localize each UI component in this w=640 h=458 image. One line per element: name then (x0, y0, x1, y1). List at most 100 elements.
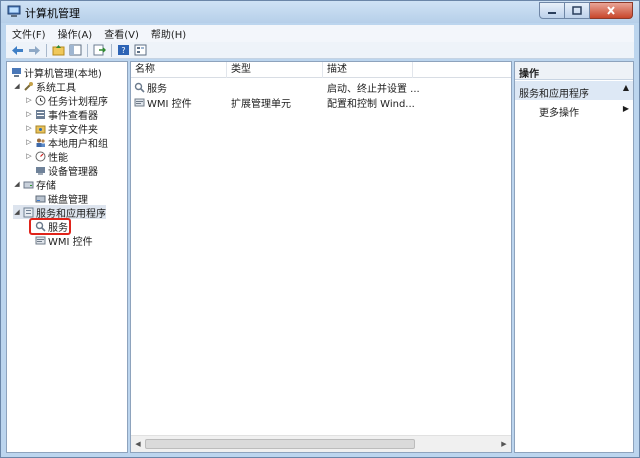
export-list-icon (93, 44, 106, 56)
results-pane: 名称 类型 描述 服务 启动、终止并设置 ... WMI 控件 扩展管理单元 配… (130, 61, 512, 453)
tree-item-root[interactable]: 计算机管理(本地) (9, 65, 102, 80)
list-row-services[interactable]: 服务 启动、终止并设置 ... (131, 80, 511, 95)
row-name-label: WMI 控件 (147, 99, 192, 110)
column-header-description[interactable]: 描述 (323, 62, 413, 78)
back-button[interactable] (10, 43, 25, 57)
menu-file[interactable]: 文件(F) (6, 26, 52, 41)
column-header-name[interactable]: 名称 (131, 62, 227, 78)
disk-icon (35, 195, 46, 202)
toolbar-separator (111, 43, 112, 57)
console-tree-pane: 计算机管理(本地) ◢ 系统工具 ▷ 任务计划程序 ▷ 事件查看器 ▷ 共享文件… (6, 61, 128, 453)
tree-label: 本地用户和组 (48, 138, 108, 150)
tree-item-device-manager[interactable]: 设备管理器 (33, 163, 98, 178)
actions-section-label: 服务和应用程序 (519, 89, 589, 100)
more-actions-label: 更多操作 (539, 108, 579, 119)
expand-arrow-icon[interactable]: ▷ (25, 110, 33, 118)
minimize-icon (548, 11, 556, 14)
tree-item-wmi-control[interactable]: WMI 控件 (33, 233, 93, 248)
tree-label: 共享文件夹 (48, 124, 98, 136)
tree-item-storage[interactable]: ◢ 存储 (13, 177, 56, 192)
performance-icon (35, 151, 46, 161)
horizontal-scrollbar[interactable]: ◀ ▶ (131, 435, 511, 452)
actions-pane: 操作 服务和应用程序 ▲ 更多操作 ▶ (514, 61, 634, 453)
clock-icon (35, 95, 46, 105)
tree-label: 系统工具 (36, 82, 76, 94)
column-header-type[interactable]: 类型 (227, 62, 323, 78)
computer-management-window: 计算机管理 文件(F) 操作(A) 查看(V) 帮助(H) ? 计算机管理(本地… (0, 0, 640, 458)
storage-icon (23, 181, 34, 188)
menu-help[interactable]: 帮助(H) (145, 26, 192, 41)
wmi-icon (35, 236, 46, 244)
computer-management-icon (12, 67, 21, 77)
window-controls (539, 2, 633, 19)
tree-item-system-tools[interactable]: ◢ 系统工具 (13, 79, 76, 94)
scroll-left-icon[interactable]: ◀ (133, 439, 143, 449)
expand-arrow-icon[interactable]: ▷ (25, 138, 33, 146)
tree-label: 存储 (36, 180, 56, 192)
shared-folder-icon (35, 125, 46, 133)
forward-button[interactable] (27, 43, 42, 57)
tree-item-event-viewer[interactable]: ▷ 事件查看器 (25, 107, 98, 122)
scroll-right-icon[interactable]: ▶ (499, 439, 509, 449)
maximize-icon (572, 6, 582, 15)
tree-label: 设备管理器 (48, 166, 98, 178)
tree-item-shared-folders[interactable]: ▷ 共享文件夹 (25, 121, 98, 136)
tree-item-disk-management[interactable]: 磁盘管理 (33, 191, 88, 206)
tree-item-local-users-groups[interactable]: ▷ 本地用户和组 (25, 135, 108, 150)
tree-label: 事件查看器 (48, 110, 98, 122)
forward-arrow-icon (29, 45, 40, 55)
menu-action[interactable]: 操作(A) (52, 26, 99, 41)
submenu-arrow-icon: ▶ (622, 104, 629, 113)
tools-icon (24, 81, 33, 91)
collapse-arrow-icon[interactable]: ◢ (13, 82, 21, 90)
close-button[interactable] (590, 2, 633, 19)
cell-name: WMI 控件 (131, 95, 227, 110)
toolbar-separator (46, 43, 47, 57)
row-type-label: 扩展管理单元 (231, 99, 291, 110)
row-name-label: 服务 (147, 84, 167, 95)
actions-section-services-and-applications[interactable]: 服务和应用程序 ▲ (515, 81, 633, 100)
menu-view[interactable]: 查看(V) (98, 26, 145, 41)
show-hide-console-tree-button[interactable] (68, 43, 83, 57)
menu-bar: 文件(F) 操作(A) 查看(V) 帮助(H) (6, 25, 634, 42)
tree-item-services-and-applications[interactable]: ◢ 服务和应用程序 (13, 205, 106, 220)
expand-arrow-icon[interactable]: ▷ (25, 124, 33, 132)
tree-label: 性能 (48, 152, 68, 164)
show-hide-tree-icon (69, 44, 82, 56)
row-description-label: 配置和控制 Wind... (327, 99, 415, 110)
help-icon: ? (118, 45, 129, 55)
collapse-arrow-icon[interactable]: ◢ (13, 180, 21, 188)
event-viewer-icon (36, 109, 45, 119)
properties-button[interactable] (133, 43, 148, 57)
tree-item-task-scheduler[interactable]: ▷ 任务计划程序 (25, 93, 108, 108)
maximize-button[interactable] (565, 2, 590, 19)
users-icon (36, 138, 45, 147)
export-list-button[interactable] (92, 43, 107, 57)
actions-header: 操作 (515, 62, 633, 80)
toolbar: ? (6, 42, 634, 59)
list-header: 名称 类型 描述 (131, 62, 511, 78)
list-row-wmi-control[interactable]: WMI 控件 扩展管理单元 配置和控制 Wind... (131, 95, 511, 110)
services-apps-icon (23, 207, 34, 217)
properties-icon (134, 44, 147, 56)
toolbar-separator (87, 43, 88, 57)
window-title: 计算机管理 (25, 7, 80, 20)
more-actions-item[interactable]: 更多操作 ▶ (515, 102, 633, 119)
collapse-arrow-icon[interactable]: ◢ (13, 208, 21, 216)
scrollbar-thumb[interactable] (145, 439, 415, 449)
tree-item-performance[interactable]: ▷ 性能 (25, 149, 68, 164)
wmi-icon (134, 98, 145, 107)
tree-label: 磁盘管理 (48, 194, 88, 206)
minimize-button[interactable] (539, 2, 565, 19)
title-bar[interactable]: 计算机管理 (1, 1, 639, 23)
tree-root-label: 计算机管理(本地) (24, 68, 102, 80)
up-folder-icon (52, 45, 65, 56)
expand-arrow-icon[interactable]: ▷ (25, 152, 33, 160)
help-button[interactable]: ? (116, 43, 131, 57)
cell-name: 服务 (131, 80, 227, 95)
up-one-level-button[interactable] (51, 43, 66, 57)
collapse-up-icon[interactable]: ▲ (623, 83, 629, 92)
expand-arrow-icon[interactable]: ▷ (25, 96, 33, 104)
highlight-box (29, 218, 71, 235)
svg-text:?: ? (121, 46, 125, 55)
